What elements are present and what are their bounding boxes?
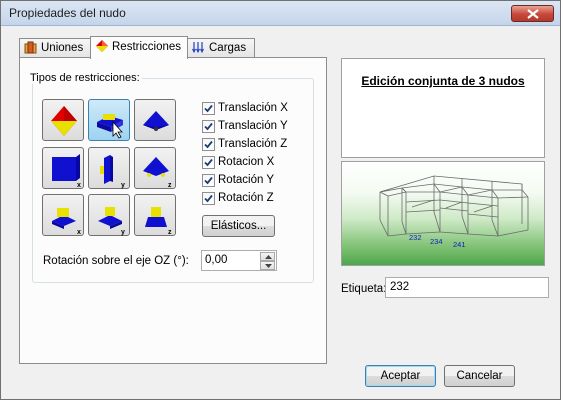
svg-text:z: z: [168, 229, 172, 236]
checkbox-rotacion-y[interactable]: Rotación Y: [202, 173, 292, 189]
pinned-support-icon: [97, 114, 123, 139]
checkbox-label: Rotación Y: [218, 174, 275, 186]
cancel-button[interactable]: Cancelar: [444, 365, 515, 387]
structure-3d-view: 232 234 241: [379, 175, 529, 249]
checkbox-rotacion-x[interactable]: Rotacion X: [202, 155, 292, 171]
restriction-slide-y-button[interactable]: y: [88, 194, 130, 236]
arrow-down-icon: [265, 264, 272, 268]
checkmark-icon: [204, 104, 213, 113]
slide-z-icon: z: [145, 207, 172, 236]
svg-text:z: z: [168, 182, 172, 189]
restriction-fixed-button[interactable]: [42, 99, 84, 141]
tab-label: Restricciones: [112, 41, 182, 53]
etiqueta-input[interactable]: 232: [385, 277, 549, 298]
checkmark-icon: [204, 158, 213, 167]
window-title: Propiedades del nudo: [9, 6, 126, 20]
accept-button[interactable]: Aceptar: [365, 365, 436, 387]
restriction-roller-button[interactable]: [134, 99, 176, 141]
tab-restricciones[interactable]: Restricciones: [90, 36, 188, 59]
info-title: Edición conjunta de 3 nudos: [361, 74, 525, 88]
spin-down-button[interactable]: [260, 261, 275, 270]
restriction-block-y-button[interactable]: y: [88, 147, 130, 189]
close-button[interactable]: [511, 5, 554, 22]
rotation-value[interactable]: 0,00: [205, 254, 227, 266]
svg-text:y: y: [121, 182, 125, 189]
close-icon: [527, 9, 539, 19]
checkbox-box[interactable]: [202, 138, 215, 151]
loads-icon: [192, 41, 206, 57]
checkbox-translacion-z[interactable]: Translación Z: [202, 137, 292, 153]
checkbox-label: Rotacion X: [218, 156, 275, 168]
checkbox-box[interactable]: [202, 120, 215, 133]
tab-uniones[interactable]: Uniones: [19, 38, 91, 58]
restriction-types-label: Tipos de restricciones:: [28, 72, 142, 84]
restriction-roller-z-button[interactable]: z: [134, 147, 176, 189]
tab-label: Cargas: [209, 42, 247, 54]
rotation-label: Rotación sobre el eje OZ (°):: [43, 255, 189, 267]
checkbox-label: Translación Y: [218, 120, 288, 132]
etiqueta-label: Etiqueta:: [341, 283, 387, 295]
restriction-slide-z-button[interactable]: z: [134, 194, 176, 236]
block-y-icon: y: [100, 155, 125, 189]
restriction-slide-x-button[interactable]: x: [42, 194, 84, 236]
tab-cargas[interactable]: Cargas: [187, 38, 255, 58]
checkbox-rotacion-z[interactable]: Rotación Z: [202, 191, 292, 207]
info-box: Edición conjunta de 3 nudos: [341, 58, 545, 158]
joint-icon: [24, 41, 38, 57]
fixed-support-icon: [51, 106, 77, 136]
checkmark-icon: [204, 194, 213, 203]
roller-z-icon: z: [143, 157, 172, 189]
spin-up-button[interactable]: [260, 252, 275, 261]
checkmark-icon: [204, 176, 213, 185]
title-bar[interactable]: Propiedades del nudo: [1, 1, 560, 26]
roller-support-icon: [143, 111, 169, 131]
restriction-icon: [95, 39, 109, 56]
checkbox-label: Translación Z: [218, 138, 288, 150]
svg-text:x: x: [77, 182, 81, 189]
checkmark-icon: [204, 122, 213, 131]
checkbox-translacion-y[interactable]: Translación Y: [202, 119, 292, 135]
slide-y-icon: y: [98, 207, 125, 236]
checkbox-label: Rotación Z: [218, 192, 274, 204]
structure-preview: 232 234 241: [341, 161, 545, 266]
restriction-block-x-button[interactable]: x: [42, 147, 84, 189]
node-label: 234: [430, 237, 443, 246]
checkbox-box[interactable]: [202, 174, 215, 187]
arrow-up-icon: [265, 255, 272, 259]
checkbox-box[interactable]: [202, 102, 215, 115]
rotation-spinbox[interactable]: 0,00: [201, 250, 277, 271]
checkbox-box[interactable]: [202, 192, 215, 205]
checkbox-label: Translación X: [218, 102, 288, 114]
node-label: 232: [409, 233, 422, 242]
dialog-window: Propiedades del nudo Uniones Restriccion…: [0, 0, 561, 400]
tab-label: Uniones: [41, 42, 84, 54]
block-x-icon: x: [52, 154, 81, 189]
checkbox-box[interactable]: [202, 156, 215, 169]
svg-text:x: x: [77, 229, 81, 236]
checkmark-icon: [204, 140, 213, 149]
svg-text:y: y: [121, 229, 125, 236]
elasticos-button[interactable]: Elásticos...: [202, 215, 275, 237]
restriction-pinned-button[interactable]: [88, 99, 130, 141]
checkbox-translacion-x[interactable]: Translación X: [202, 101, 292, 117]
node-label: 241: [453, 240, 466, 249]
slide-x-icon: x: [52, 208, 81, 236]
